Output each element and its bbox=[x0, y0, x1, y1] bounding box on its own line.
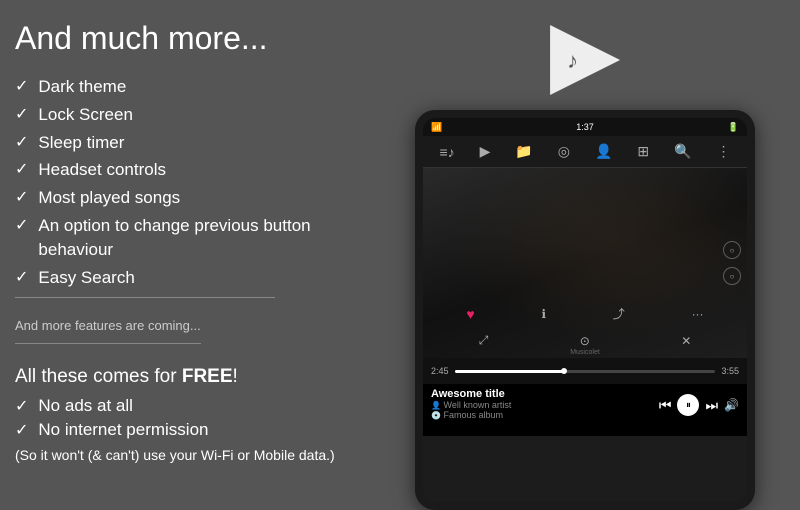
feature-list: ✓ Dark theme ✓ Lock Screen ✓ Sleep timer… bbox=[15, 75, 365, 289]
check-icon: ✓ bbox=[15, 396, 28, 416]
free-section: All these comes for FREE! ✓ No ads at al… bbox=[15, 366, 365, 466]
check-icon: ✓ bbox=[15, 420, 28, 440]
overlay-controls: ○ ○ bbox=[723, 241, 741, 285]
check-icon: ✓ bbox=[15, 267, 28, 289]
coming-soon-label: And more features are coming... bbox=[15, 318, 201, 344]
prev-button[interactable]: ⏮ bbox=[659, 397, 672, 414]
song-info: Awesome title 👤 Well known artist 💿 Famo… bbox=[431, 388, 659, 420]
check-icon: ✓ bbox=[15, 159, 28, 181]
song-title-bar: Awesome title 👤 Well known artist 💿 Famo… bbox=[431, 388, 739, 420]
main-title: And much more... bbox=[15, 20, 365, 57]
artist-name: 👤 Well known artist bbox=[431, 400, 659, 410]
free-title-suffix: ! bbox=[233, 366, 238, 387]
phone-mockup: 📶 1:37 🔋 ≡♪ ▶ 📁 ◎ 👤 ⊞ 🔍 ⋮ bbox=[415, 110, 755, 510]
feature-label: Easy Search bbox=[38, 266, 365, 290]
wifi-note: (So it won't (& can't) use your Wi-Fi or… bbox=[15, 446, 365, 466]
status-bar: 📶 1:37 🔋 bbox=[423, 118, 747, 136]
check-icon: ✓ bbox=[15, 187, 28, 209]
right-section: ♪ Musicolet 📶 1:37 🔋 ≡♪ ▶ 📁 ◎ 👤 bbox=[370, 0, 800, 500]
folder-icon[interactable]: 📁 bbox=[515, 143, 532, 160]
time-total: 3:55 bbox=[721, 366, 739, 376]
list-item: ✓ Dark theme bbox=[15, 75, 365, 99]
status-battery: 🔋 bbox=[728, 122, 739, 133]
equalizer-icon[interactable]: ◎ bbox=[558, 143, 570, 160]
list-item: ✓ Sleep timer bbox=[15, 131, 365, 155]
progress-thumb bbox=[561, 368, 567, 374]
dots-icon[interactable]: ··· bbox=[692, 307, 704, 321]
list-item: ✓ No ads at all bbox=[15, 396, 365, 416]
feature-label: An option to change previous button beha… bbox=[38, 214, 365, 262]
feature-label: Sleep timer bbox=[38, 131, 365, 155]
list-item: ✓ Lock Screen bbox=[15, 103, 365, 127]
list-item: ✓ An option to change previous button be… bbox=[15, 214, 365, 262]
top-toolbar: ≡♪ ▶ 📁 ◎ 👤 ⊞ 🔍 ⋮ bbox=[423, 136, 747, 168]
free-features-list: ✓ No ads at all ✓ No internet permission bbox=[15, 396, 365, 440]
info-icon[interactable]: ℹ bbox=[541, 307, 546, 321]
next-button[interactable]: ⏭ bbox=[705, 397, 718, 414]
check-icon: ✓ bbox=[15, 132, 28, 154]
status-left: 📶 bbox=[431, 122, 442, 133]
play-small-icon[interactable]: ▶ bbox=[480, 143, 491, 160]
free-feature-label: No ads at all bbox=[38, 396, 133, 416]
list-item: ✓ Most played songs bbox=[15, 186, 365, 210]
status-time: 1:37 bbox=[576, 122, 594, 132]
time-elapsed: 2:45 bbox=[431, 366, 449, 376]
musicolet-watermark: Musicolet bbox=[570, 349, 600, 356]
list-item: ✓ No internet permission bbox=[15, 420, 365, 440]
bottom-info: Awesome title 👤 Well known artist 💿 Famo… bbox=[423, 384, 747, 436]
overlay-btn-1[interactable]: ○ bbox=[723, 241, 741, 259]
phone-outer: 📶 1:37 🔋 ≡♪ ▶ 📁 ◎ 👤 ⊞ 🔍 ⋮ bbox=[415, 110, 755, 510]
progress-fill bbox=[455, 370, 565, 373]
feature-label: Lock Screen bbox=[38, 103, 365, 127]
check-icon: ✓ bbox=[15, 215, 28, 237]
guitar-visual bbox=[423, 168, 747, 358]
heart-icon[interactable]: ♥ bbox=[466, 306, 474, 322]
more-icon[interactable]: ⋮ bbox=[716, 143, 730, 160]
app-logo-icon: ♪ bbox=[545, 20, 625, 100]
free-title: All these comes for FREE! bbox=[15, 366, 365, 388]
left-section: And much more... ✓ Dark theme ✓ Lock Scr… bbox=[0, 0, 380, 500]
settings2-icon[interactable]: ⊙ bbox=[580, 334, 590, 348]
expand-icon[interactable]: ⤢ bbox=[479, 333, 489, 348]
feature-label: Most played songs bbox=[38, 186, 365, 210]
album-art: ○ ○ ♥ ℹ ⤴ ··· ⤢ ⊙ ✕ bbox=[423, 168, 747, 358]
free-title-prefix: All these comes for bbox=[15, 366, 182, 387]
close-icon[interactable]: ✕ bbox=[681, 334, 691, 348]
person-icon[interactable]: 👤 bbox=[595, 143, 612, 160]
progress-bar[interactable] bbox=[455, 370, 716, 373]
list-item: ✓ Headset controls bbox=[15, 158, 365, 182]
song-title: Awesome title bbox=[431, 388, 659, 400]
overlay-btn-2[interactable]: ○ bbox=[723, 267, 741, 285]
check-icon: ✓ bbox=[15, 104, 28, 126]
action-row: ♥ ℹ ⤴ ··· bbox=[423, 305, 747, 322]
separator bbox=[15, 297, 275, 298]
second-controls-row: ⤢ ⊙ ✕ bbox=[423, 333, 747, 348]
feature-label: Dark theme bbox=[38, 75, 365, 99]
queue-icon[interactable]: ≡♪ bbox=[439, 144, 454, 160]
grid-icon[interactable]: ⊞ bbox=[637, 143, 649, 160]
check-icon: ✓ bbox=[15, 76, 28, 98]
free-feature-label: No internet permission bbox=[38, 420, 208, 440]
share-icon[interactable]: ⤴ bbox=[613, 305, 625, 322]
album-name: 💿 Famous album bbox=[431, 410, 659, 420]
volume-icon[interactable]: 🔊 bbox=[724, 398, 739, 412]
phone-screen: 📶 1:37 🔋 ≡♪ ▶ 📁 ◎ 👤 ⊞ 🔍 ⋮ bbox=[423, 118, 747, 502]
search-icon[interactable]: 🔍 bbox=[674, 143, 691, 160]
feature-label: Headset controls bbox=[38, 158, 365, 182]
progress-area: 2:45 3:55 bbox=[423, 358, 747, 384]
free-bold: FREE bbox=[182, 366, 233, 387]
list-item: ✓ Easy Search bbox=[15, 266, 365, 290]
pause-button[interactable]: ⏸ bbox=[677, 394, 699, 416]
player-controls: ⏮ ⏸ ⏭ 🔊 bbox=[659, 394, 739, 416]
svg-text:♪: ♪ bbox=[567, 48, 578, 73]
